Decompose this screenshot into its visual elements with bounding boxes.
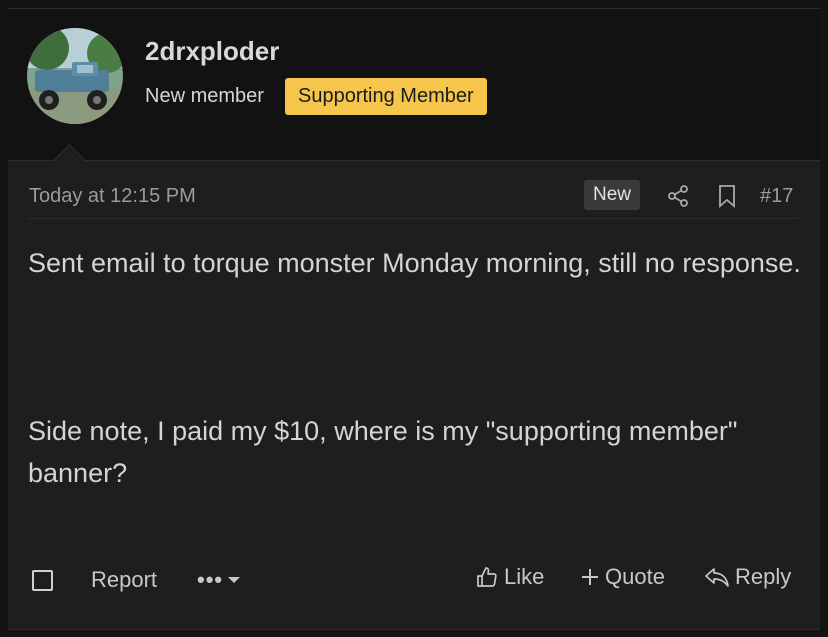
reply-label: Reply: [735, 564, 792, 589]
post-meta: Today at 12:15 PM New #17: [29, 178, 799, 219]
post-timestamp[interactable]: Today at 12:15 PM: [29, 185, 196, 208]
username[interactable]: 2drxploder: [145, 36, 279, 67]
report-link[interactable]: Report: [91, 567, 157, 593]
share-icon[interactable]: [666, 184, 690, 213]
supporting-member-badge: Supporting Member: [285, 78, 487, 115]
like-label: Like: [504, 564, 545, 589]
avatar[interactable]: [27, 28, 123, 124]
user-header: 2drxploder New member Supporting Member: [8, 9, 820, 161]
post-footer: Report ••• Like Quote Reply: [8, 559, 820, 599]
new-badge: New: [584, 180, 641, 210]
more-options-button[interactable]: •••: [197, 567, 241, 593]
like-button[interactable]: Like: [475, 564, 544, 590]
bookmark-icon[interactable]: [716, 184, 738, 213]
thumbs-up-icon: [477, 567, 497, 587]
post-number[interactable]: #17: [760, 185, 793, 208]
reply-button[interactable]: Reply: [704, 564, 791, 590]
more-dots: •••: [197, 567, 224, 592]
chevron-down-icon: [228, 577, 241, 583]
select-checkbox[interactable]: [32, 570, 53, 591]
post-container: 2drxploder New member Supporting Member …: [8, 8, 820, 630]
message-body: Sent email to torque monster Monday morn…: [28, 242, 808, 494]
user-title: New member: [145, 85, 264, 107]
quote-button[interactable]: Quote: [580, 564, 665, 590]
message-paragraph: Sent email to torque monster Monday morn…: [28, 248, 801, 278]
quote-label: Quote: [605, 564, 665, 589]
plus-icon: [582, 569, 598, 585]
reply-icon: [705, 568, 729, 587]
message-paragraph: Side note, I paid my $10, where is my "s…: [28, 416, 738, 488]
